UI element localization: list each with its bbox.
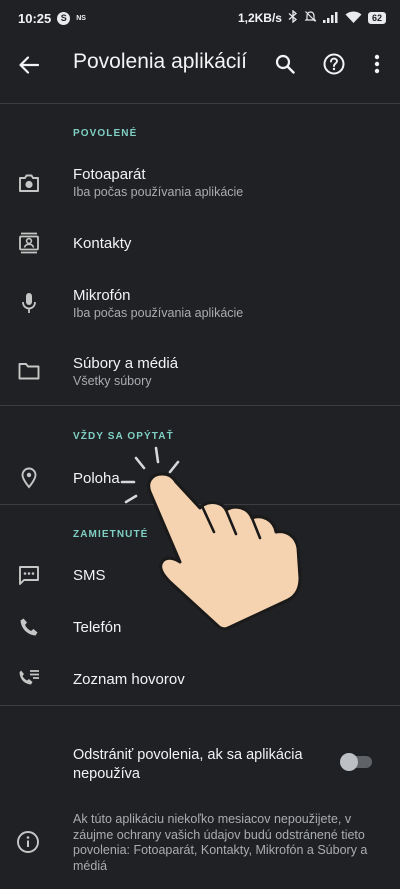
permission-row-files[interactable]: Súbory a médiá Všetky súbory xyxy=(0,342,400,400)
help-icon[interactable] xyxy=(321,51,347,77)
toggle-thumb xyxy=(340,753,358,771)
info-icon xyxy=(16,830,42,856)
divider xyxy=(0,705,400,706)
permission-subtitle: Iba počas používania aplikácie xyxy=(73,306,244,320)
status-time: 10:25 xyxy=(18,10,52,26)
divider xyxy=(0,504,400,505)
permission-row-call-log[interactable]: Zoznam hovorov xyxy=(0,654,400,704)
permission-title: Poloha xyxy=(73,470,120,487)
ns-notification-icon: NS xyxy=(76,14,86,22)
bluetooth-icon xyxy=(288,9,298,26)
remove-permissions-label: Odstrániť povolenia, ak sa aplikácia nep… xyxy=(73,747,303,782)
permission-title: SMS xyxy=(73,567,106,584)
status-bar: 10:25 S NS 1,2KB/s 62 xyxy=(0,0,400,36)
call-log-icon xyxy=(16,666,42,692)
permission-title: Mikrofón xyxy=(73,287,131,304)
permission-subtitle: Iba počas používania aplikácie xyxy=(73,185,244,199)
app-bar: Povolenia aplikácií xyxy=(0,36,400,94)
back-arrow-icon[interactable] xyxy=(16,52,42,78)
divider xyxy=(0,103,400,104)
section-header-ask: VŽDY SA OPÝTAŤ xyxy=(73,431,174,442)
camera-icon xyxy=(16,170,42,196)
battery-icon: 62 xyxy=(367,12,386,24)
permission-row-camera[interactable]: Fotoaparát Iba počas používania aplikáci… xyxy=(0,152,400,212)
divider xyxy=(0,405,400,406)
page-title: Povolenia aplikácií xyxy=(73,50,247,73)
contacts-icon xyxy=(16,230,42,256)
search-icon[interactable] xyxy=(272,51,298,77)
section-header-denied: ZAMIETNUTÉ xyxy=(73,529,149,540)
footer-info-text: Ak túto aplikáciu niekoľko mesiacov nepo… xyxy=(73,812,368,873)
permission-row-location[interactable]: Poloha xyxy=(0,452,400,504)
s-notification-icon: S xyxy=(57,11,71,25)
permission-title: Zoznam hovorov xyxy=(73,671,185,688)
phone-icon xyxy=(16,614,42,640)
permission-title: Súbory a médiá xyxy=(73,355,179,372)
sms-icon xyxy=(16,562,42,588)
permission-title: Fotoaparát xyxy=(73,166,146,183)
permission-row-sms[interactable]: SMS xyxy=(0,550,400,600)
permission-row-microphone[interactable]: Mikrofón Iba počas používania aplikácie xyxy=(0,274,400,332)
permission-row-contacts[interactable]: Kontakty xyxy=(0,215,400,271)
location-icon xyxy=(16,465,42,491)
section-header-allowed: POVOLENÉ xyxy=(73,128,138,139)
status-left: 10:25 S NS xyxy=(18,11,86,26)
permission-title: Telefón xyxy=(73,619,122,636)
wifi-icon xyxy=(345,11,362,26)
alarm-off-icon xyxy=(304,10,317,26)
permission-subtitle: Všetky súbory xyxy=(73,374,152,388)
status-right: 1,2KB/s 62 xyxy=(237,9,386,26)
signal-icon xyxy=(322,11,339,26)
more-vert-icon[interactable] xyxy=(364,51,390,77)
permission-title: Kontakty xyxy=(73,235,132,252)
permission-row-phone[interactable]: Telefón xyxy=(0,602,400,652)
network-speed: 1,2KB/s xyxy=(237,11,282,25)
remove-permissions-toggle[interactable] xyxy=(340,753,373,771)
mic-icon xyxy=(16,290,42,316)
folder-icon xyxy=(16,358,42,384)
